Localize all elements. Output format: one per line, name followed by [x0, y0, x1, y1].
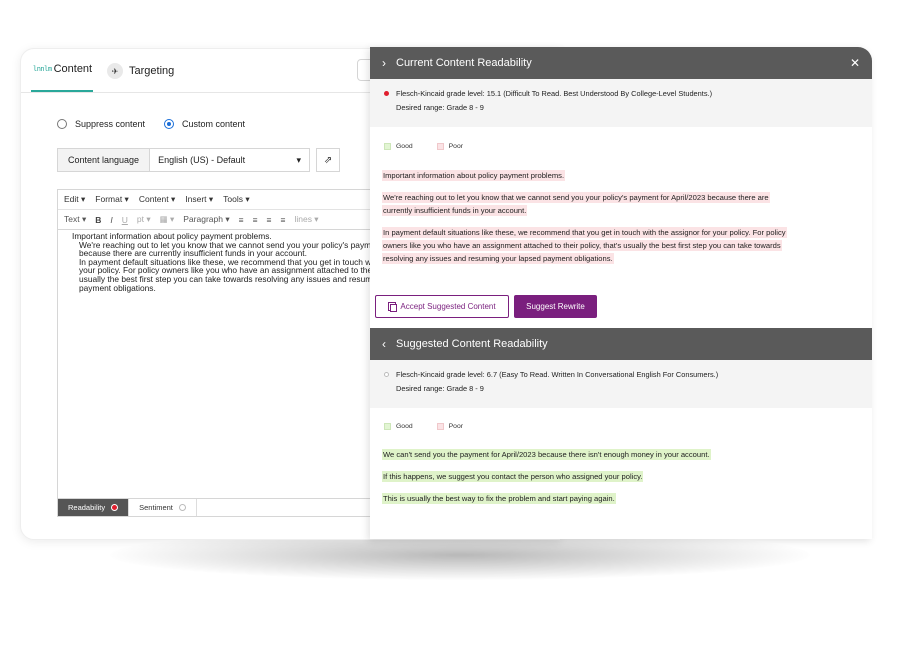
target-icon: ✈	[107, 63, 123, 79]
highlighted-sentence: If this happens, we suggest you contact …	[382, 471, 644, 482]
good-swatch	[384, 423, 391, 430]
editor-toolbar: Text ▾ B I U pt ▾ ▦ ▾ Paragraph ▾ ≡ ≡ ≡ …	[58, 210, 386, 230]
suggested-paragraph: We can't send you the payment for April/…	[382, 448, 711, 461]
custom-content-label: Custom content	[182, 119, 246, 129]
suggested-paragraph: If this happens, we suggest you contact …	[382, 470, 644, 483]
align-center-icon[interactable]: ≡	[253, 215, 258, 225]
score-status-dot	[384, 91, 389, 96]
align-right-icon[interactable]: ≡	[267, 215, 272, 225]
legend-good-label: Good	[396, 423, 413, 430]
tab-targeting-label: Targeting	[129, 65, 175, 77]
current-desired-range: Desired range: Grade 8 - 9	[396, 103, 484, 112]
radio-circle-custom	[164, 119, 174, 129]
status-dot-icon	[178, 504, 186, 511]
legend-poor-label: Poor	[448, 143, 463, 150]
editor-status-bar: Readability Sentiment	[58, 498, 386, 516]
text-style-dropdown[interactable]: Text ▾	[64, 214, 86, 225]
menu-content[interactable]: Content ▾	[139, 194, 175, 205]
active-tab-indicator	[31, 90, 93, 92]
alert-dot-icon	[111, 504, 119, 511]
copy-icon	[388, 302, 398, 312]
menu-edit[interactable]: Edit ▾	[64, 194, 85, 205]
legend-good-label: Good	[396, 143, 413, 150]
highlighted-sentence: In payment default situations like these…	[382, 227, 787, 238]
content-language-select[interactable]: English (US) - Default ▾	[150, 148, 311, 172]
suggest-rewrite-button[interactable]: Suggest Rewrite	[514, 295, 597, 318]
editor-menubar: Edit ▾ Format ▾ Content ▾ Insert ▾ Tools…	[58, 190, 386, 210]
tab-content[interactable]: lnnlm Content	[33, 63, 92, 75]
text-color-dropdown[interactable]: ▦ ▾	[160, 214, 175, 225]
current-paragraph: In payment default situations like these…	[382, 226, 787, 265]
good-swatch	[384, 143, 391, 150]
menu-insert[interactable]: Insert ▾	[185, 194, 213, 205]
legend-poor-label: Poor	[448, 423, 463, 430]
highlighted-sentence: This is usually the best way to fix the …	[382, 493, 616, 504]
highlighted-sentence: Important information about policy payme…	[382, 170, 566, 181]
readability-panel: › Current Content Readability ✕ Flesch-K…	[370, 47, 872, 539]
content-language-label: Content language	[57, 148, 151, 172]
highlighted-sentence: owners like you who have an assignment a…	[382, 240, 782, 251]
suggested-legend: Good Poor	[370, 423, 487, 430]
poor-swatch	[436, 423, 444, 430]
highlighted-sentence: We can't send you the payment for April/…	[382, 449, 711, 460]
current-readability-header: › Current Content Readability ✕	[370, 47, 872, 79]
suggested-readability-header: ‹ Suggested Content Readability	[370, 328, 872, 360]
suggested-score-band: Flesch-Kincaid grade level: 6.7 (Easy To…	[370, 360, 872, 408]
content-language-value: English (US) - Default	[158, 155, 246, 165]
tab-content-label: Content	[53, 63, 93, 75]
highlighted-sentence: We're reaching out to let you know that …	[382, 192, 770, 203]
font-size-dropdown[interactable]: pt ▾	[137, 214, 151, 225]
radio-circle-suppress	[57, 119, 67, 129]
highlighted-sentence: currently insufficient funds in your acc…	[382, 205, 528, 216]
italic-button[interactable]: I	[110, 215, 112, 225]
current-paragraph: Important information about policy payme…	[382, 169, 566, 182]
chevron-left-icon[interactable]: ‹	[382, 337, 386, 351]
current-score-text: Flesch-Kincaid grade level: 15.1 (Diffic…	[396, 89, 713, 98]
current-legend: Good Poor	[370, 143, 487, 150]
line-height-dropdown[interactable]: lines ▾	[294, 214, 318, 225]
content-logo-icon: lnnlm	[33, 65, 52, 73]
sentiment-tab[interactable]: Sentiment	[129, 499, 197, 516]
score-status-dot	[384, 372, 389, 377]
underline-button[interactable]: U	[122, 215, 128, 225]
bold-button[interactable]: B	[95, 215, 101, 225]
align-left-icon[interactable]: ≡	[239, 215, 244, 225]
accept-suggested-content-button[interactable]: Accept Suggested Content	[375, 295, 509, 318]
chevron-down-icon: ▾	[296, 154, 302, 165]
align-justify-icon[interactable]: ≡	[281, 215, 286, 225]
readability-tab-label: Readability	[68, 503, 106, 512]
external-link-icon[interactable]: ⇗	[316, 148, 341, 172]
suggested-paragraph: This is usually the best way to fix the …	[382, 492, 616, 505]
suppress-content-label: Suppress content	[75, 119, 146, 129]
suggested-readability-title: Suggested Content Readability	[396, 338, 548, 350]
current-score-band: Flesch-Kincaid grade level: 15.1 (Diffic…	[370, 79, 872, 127]
editor-body[interactable]: Important information about policy payme…	[58, 230, 386, 494]
menu-format[interactable]: Format ▾	[95, 194, 129, 205]
content-language-row: Content language English (US) - Default …	[57, 148, 341, 172]
current-readability-title: Current Content Readability	[396, 57, 532, 69]
close-icon[interactable]: ✕	[850, 56, 860, 70]
accept-button-label: Accept Suggested Content	[400, 302, 496, 311]
highlighted-sentence: resolving any issues and resuming your l…	[382, 253, 614, 264]
suggested-score-text: Flesch-Kincaid grade level: 6.7 (Easy To…	[396, 370, 719, 379]
sentiment-tab-label: Sentiment	[139, 503, 173, 512]
suppress-content-radio[interactable]: Suppress content	[57, 119, 145, 129]
chevron-right-icon[interactable]: ›	[382, 56, 386, 70]
tab-targeting[interactable]: ✈ Targeting	[107, 63, 174, 79]
readability-tab[interactable]: Readability	[58, 499, 130, 516]
menu-tools[interactable]: Tools ▾	[223, 194, 249, 205]
rich-text-editor: Edit ▾ Format ▾ Content ▾ Insert ▾ Tools…	[57, 189, 387, 517]
current-paragraph: We're reaching out to let you know that …	[382, 191, 770, 217]
poor-swatch	[436, 143, 444, 150]
paragraph-dropdown[interactable]: Paragraph ▾	[183, 214, 229, 225]
editor-line: payment obligations.	[72, 282, 156, 293]
suggested-desired-range: Desired range: Grade 8 - 9	[396, 384, 484, 393]
custom-content-radio[interactable]: Custom content	[164, 119, 245, 129]
